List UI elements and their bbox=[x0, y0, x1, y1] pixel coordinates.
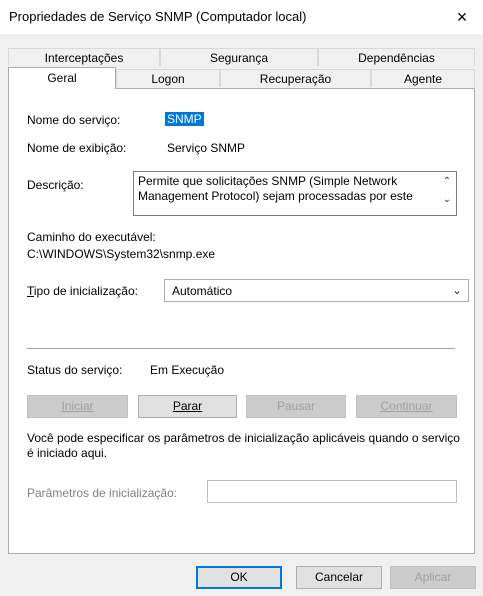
params-label: Parâmetros de inicialização: bbox=[27, 486, 178, 500]
scroll-down-icon[interactable]: ⌄ bbox=[441, 194, 453, 205]
start-button[interactable]: Iniciar bbox=[27, 395, 128, 418]
continue-button[interactable]: Continuar bbox=[356, 395, 457, 418]
description-label: Descrição: bbox=[27, 178, 84, 192]
stop-button[interactable]: Parar bbox=[138, 395, 237, 418]
service-name-label: Nome do serviço: bbox=[27, 113, 121, 127]
separator bbox=[27, 348, 455, 349]
params-input[interactable] bbox=[207, 480, 457, 503]
exe-path-value: C:\WINDOWS\System32\snmp.exe bbox=[27, 247, 216, 261]
startup-type-value: Automático bbox=[172, 284, 233, 298]
status-label: Status do serviço: bbox=[27, 363, 123, 377]
startup-type-select[interactable]: Automático ⌄ bbox=[164, 279, 469, 302]
pause-button[interactable]: Pausar bbox=[246, 395, 346, 418]
display-name-label: Nome de exibição: bbox=[27, 141, 127, 155]
chevron-down-icon[interactable]: ⌄ bbox=[452, 283, 462, 297]
exe-path-label: Caminho do executável: bbox=[27, 230, 156, 244]
display-name-value: Serviço SNMP bbox=[167, 141, 246, 155]
description-text: Permite que solicitações SNMP (Simple Ne… bbox=[138, 174, 413, 203]
service-name-value: SNMP bbox=[165, 112, 204, 126]
description-box[interactable]: Permite que solicitações SNMP (Simple Ne… bbox=[133, 171, 457, 216]
scroll-up-icon[interactable]: ⌃ bbox=[441, 176, 453, 187]
help-text: Você pode especificar os parâmetros de i… bbox=[27, 431, 460, 460]
startup-type-label: Tipo de inicialização: bbox=[27, 284, 138, 298]
status-value: Em Execução bbox=[150, 363, 225, 377]
